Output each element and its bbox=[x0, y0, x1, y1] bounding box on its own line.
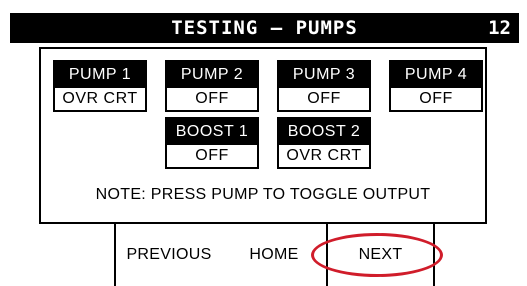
pump-2-status: OFF bbox=[195, 90, 229, 107]
pump-3-label: PUMP 3 bbox=[279, 62, 369, 88]
pump-1-label: PUMP 1 bbox=[55, 62, 145, 88]
boost-1-label: BOOST 1 bbox=[167, 119, 257, 145]
pump-2-label: PUMP 2 bbox=[167, 62, 257, 88]
page-number: 12 bbox=[488, 17, 511, 39]
pump-4-label: PUMP 4 bbox=[391, 62, 481, 88]
pump-1-button[interactable]: PUMP 1 OVR CRT bbox=[53, 60, 147, 112]
page-title: TESTING – PUMPS bbox=[171, 17, 358, 39]
next-button[interactable]: NEXT bbox=[326, 224, 435, 286]
pump-4-button[interactable]: PUMP 4 OFF bbox=[389, 60, 483, 112]
toggle-note: NOTE: PRESS PUMP TO TOGGLE OUTPUT bbox=[95, 186, 431, 203]
pump-testing-screen: TESTING – PUMPS 12 PUMP 1 OVR CRT PUMP 2… bbox=[0, 0, 527, 286]
boost-1-button[interactable]: BOOST 1 OFF bbox=[165, 117, 259, 169]
pump-2-button[interactable]: PUMP 2 OFF bbox=[165, 60, 259, 112]
pump-4-status: OFF bbox=[419, 90, 453, 107]
boost-1-status: OFF bbox=[195, 147, 229, 164]
boost-2-label: BOOST 2 bbox=[279, 119, 369, 145]
pump-control-panel: PUMP 1 OVR CRT PUMP 2 OFF PUMP 3 OFF PUM… bbox=[39, 47, 487, 224]
pump-1-status: OVR CRT bbox=[62, 90, 138, 107]
title-bar: TESTING – PUMPS 12 bbox=[10, 13, 519, 43]
pump-3-button[interactable]: PUMP 3 OFF bbox=[277, 60, 371, 112]
home-button[interactable]: HOME bbox=[222, 224, 328, 286]
previous-button[interactable]: PREVIOUS bbox=[114, 224, 224, 286]
boost-2-status: OVR CRT bbox=[286, 147, 362, 164]
pump-3-status: OFF bbox=[307, 90, 341, 107]
boost-2-button[interactable]: BOOST 2 OVR CRT bbox=[277, 117, 371, 169]
